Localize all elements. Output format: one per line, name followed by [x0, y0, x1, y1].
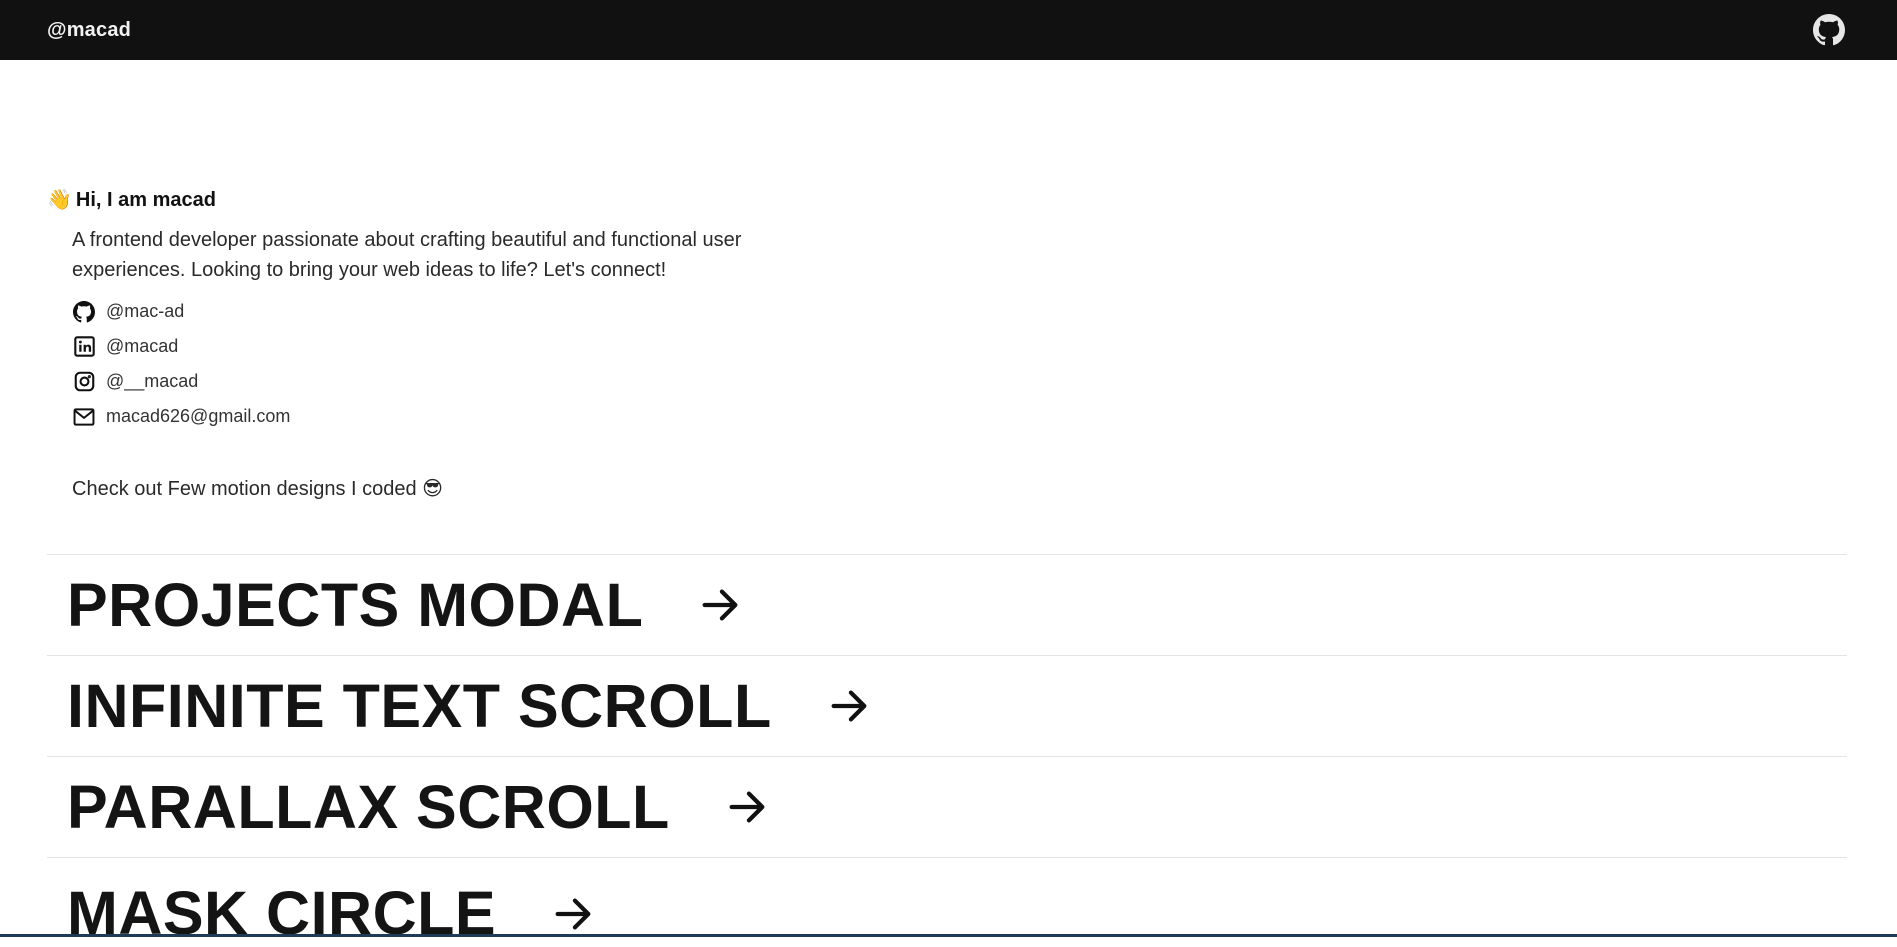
- social-link-github[interactable]: @mac-ad: [72, 294, 290, 329]
- arrow-right-icon: [697, 582, 743, 628]
- linkedin-icon: [72, 335, 96, 359]
- project-title: PROJECTS MODAL: [67, 570, 644, 639]
- project-link-parallax-scroll[interactable]: PARALLAX SCROLL: [47, 756, 1847, 857]
- social-label: macad626@gmail.com: [106, 406, 291, 426]
- project-title: PARALLAX SCROLL: [67, 772, 670, 841]
- arrow-right-icon: [550, 891, 596, 937]
- github-icon[interactable]: [1813, 14, 1845, 46]
- social-link-instagram[interactable]: @__macad: [72, 364, 290, 399]
- arrow-right-icon: [826, 683, 872, 729]
- project-link-projects-modal[interactable]: PROJECTS MODAL: [47, 554, 1847, 655]
- mail-icon: [72, 405, 96, 429]
- social-links: @mac-ad @macad @__macad macad626@gmail.c…: [72, 294, 290, 434]
- bio-text: A frontend developer passionate about cr…: [72, 229, 742, 281]
- greeting-heading: 👋 Hi, I am macad: [47, 187, 216, 212]
- wave-emoji: 👋: [47, 189, 72, 211]
- project-title: INFINITE TEXT SCROLL: [67, 671, 772, 740]
- motion-designs-intro: Check out Few motion designs I coded 😎: [72, 478, 444, 500]
- social-label: @macad: [106, 336, 179, 356]
- greeting-text: Hi, I am macad: [75, 189, 216, 211]
- project-list: PROJECTS MODAL INFINITE TEXT SCROLL PARA…: [47, 554, 1847, 947]
- top-nav-bar: @macad: [0, 0, 1897, 60]
- brand-link[interactable]: @macad: [47, 19, 131, 42]
- social-link-linkedin[interactable]: @macad: [72, 329, 290, 364]
- arrow-right-icon: [724, 784, 770, 830]
- project-link-infinite-text-scroll[interactable]: INFINITE TEXT SCROLL: [47, 655, 1847, 756]
- social-label: @__macad: [106, 371, 199, 391]
- github-icon: [72, 300, 96, 324]
- social-label: @mac-ad: [106, 301, 185, 321]
- social-link-email[interactable]: macad626@gmail.com: [72, 399, 290, 434]
- instagram-icon: [72, 370, 96, 394]
